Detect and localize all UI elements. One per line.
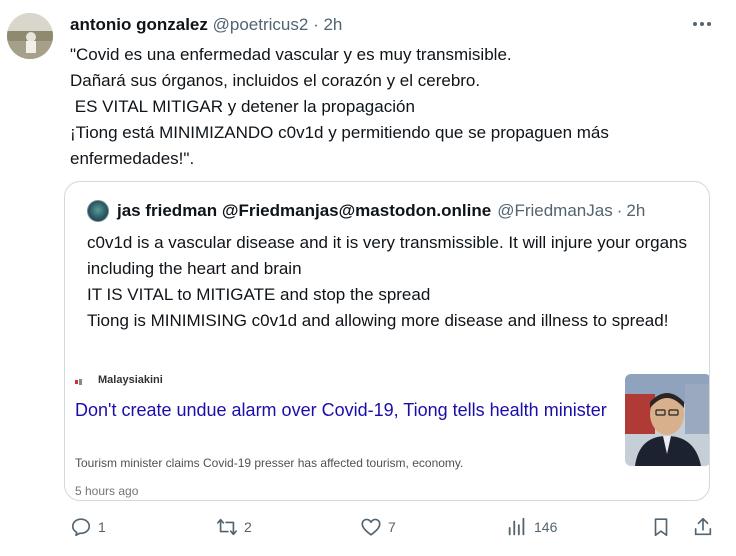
heart-icon — [361, 518, 381, 536]
author-name[interactable]: antonio gonzalez — [70, 15, 208, 34]
card-title-link[interactable]: Don't create undue alarm over Covid-19, … — [75, 398, 615, 423]
analytics-icon — [508, 517, 525, 536]
bookmark-button[interactable] — [650, 516, 672, 538]
reply-button[interactable]: 1 — [70, 516, 106, 538]
reply-icon — [71, 518, 91, 537]
card-thumbnail[interactable] — [625, 374, 709, 466]
author-avatar[interactable] — [7, 13, 53, 59]
tweet-header: antonio gonzalez @poetricus2 · 2h — [70, 14, 342, 36]
bookmark-icon — [654, 518, 668, 537]
separator-dot: · — [616, 201, 623, 220]
thumbnail-image — [625, 374, 709, 466]
source-icon — [75, 379, 82, 385]
views-count: 146 — [534, 519, 558, 535]
tweet-text: "Covid es una enfermedad vascular y es m… — [70, 45, 609, 168]
quoted-tweet-header: jas friedman @Friedmanjas@mastodon.onlin… — [87, 200, 645, 222]
repost-count: 2 — [244, 519, 252, 535]
repost-button[interactable]: 2 — [216, 516, 252, 538]
card-time: 5 hours ago — [75, 484, 139, 498]
avatar-image — [7, 13, 53, 59]
views-button[interactable]: 146 — [506, 516, 557, 538]
reply-count: 1 — [98, 519, 106, 535]
quoted-tweet[interactable]: jas friedman @Friedmanjas@mastodon.onlin… — [64, 181, 710, 501]
quoted-author-handle: @FriedmanJas — [497, 201, 613, 220]
share-icon — [694, 517, 712, 536]
tweet-actions: 1 2 7 146 — [0, 510, 736, 550]
quoted-tweet-text: c0v1d is a vascular disease and it is ve… — [87, 233, 687, 330]
like-count: 7 — [388, 519, 396, 535]
card-description: Tourism minister claims Covid-19 presser… — [75, 456, 464, 470]
link-preview-card[interactable]: Malaysiakini Don't create undue alarm ov… — [65, 368, 709, 500]
tweet-time[interactable]: 2h — [323, 15, 342, 34]
author-handle[interactable]: @poetricus2 — [213, 15, 309, 34]
repost-icon — [217, 518, 237, 536]
more-options-icon[interactable] — [688, 14, 716, 34]
quoted-author-name: jas friedman @Friedmanjas@mastodon.onlin… — [117, 201, 492, 220]
card-source: Malaysiakini — [98, 374, 163, 386]
share-button[interactable] — [692, 516, 714, 538]
separator-dot: · — [313, 15, 319, 34]
quoted-author-avatar — [87, 200, 109, 222]
quoted-tweet-time: 2h — [626, 201, 646, 220]
like-button[interactable]: 7 — [360, 516, 396, 538]
